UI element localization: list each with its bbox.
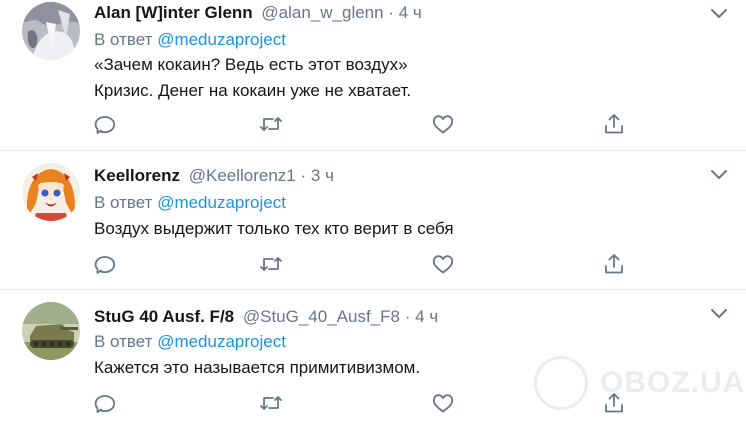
author-name[interactable]: StuG 40 Ausf. F/8 (94, 307, 234, 326)
retweet-button[interactable] (259, 391, 285, 417)
chevron-down-icon[interactable] (709, 6, 729, 20)
reply-prefix: В ответ (94, 193, 153, 212)
tweet-text: Воздух выдержит только тех кто верит в с… (94, 216, 454, 242)
reply-to-link[interactable]: @meduzaproject (157, 193, 286, 212)
tweet-actions (0, 252, 746, 278)
chevron-down-icon[interactable] (709, 306, 729, 320)
share-icon (605, 254, 623, 274)
tweet[interactable]: Keellorenz @Keellorenz1 · 3 ч В ответ @m… (0, 151, 746, 290)
tweet-header: Alan [W]inter Glenn @alan_w_glenn · 4 ч (94, 2, 422, 24)
retweet-button[interactable] (259, 252, 285, 278)
reply-icon (94, 256, 116, 274)
reply-context: В ответ @meduzaproject (94, 331, 286, 353)
timestamp[interactable]: 3 ч (311, 166, 334, 185)
tweet-header: StuG 40 Ausf. F/8 @StuG_40_Ausf_F8 · 4 ч (94, 306, 438, 328)
separator-dot: · (300, 166, 307, 185)
watermark-logo-icon (534, 356, 588, 410)
reply-to-link[interactable]: @meduzaproject (157, 332, 286, 351)
heart-icon (432, 115, 454, 134)
tweet-header: Keellorenz @Keellorenz1 · 3 ч (94, 165, 334, 187)
reply-context: В ответ @meduzaproject (94, 192, 286, 214)
avatar[interactable] (22, 302, 80, 360)
tweet-replies-feed: Alan [W]inter Glenn @alan_w_glenn · 4 ч … (0, 0, 746, 429)
tweet-text: Кажется это называется примитивизмом. (94, 355, 420, 381)
avatar[interactable] (22, 163, 80, 221)
heart-icon (432, 255, 454, 274)
tweet[interactable]: Alan [W]inter Glenn @alan_w_glenn · 4 ч … (0, 0, 746, 151)
anime-avatar-icon (22, 2, 80, 60)
share-icon (605, 114, 623, 134)
tweet-text-line: «Зачем кокаин? Ведь есть этот воздух» (94, 55, 408, 74)
retweet-icon (260, 396, 282, 410)
tweet-text-line: Воздух выдержит только тех кто верит в с… (94, 219, 454, 238)
chevron-down-icon[interactable] (709, 167, 729, 181)
like-button[interactable] (431, 112, 457, 138)
author-handle[interactable]: @Keellorenz1 (189, 166, 296, 185)
reply-button[interactable] (93, 112, 119, 138)
tweet-text-line: Кризис. Денег на кокаин уже не хватает. (94, 81, 412, 100)
retweet-icon (260, 117, 282, 131)
tweet-actions (0, 112, 746, 138)
share-button[interactable] (602, 252, 628, 278)
separator-dot: · (388, 3, 394, 22)
watermark-text: OBOZ.UA (600, 366, 746, 399)
reply-button[interactable] (93, 391, 119, 417)
reply-to-link[interactable]: @meduzaproject (157, 30, 286, 49)
tweet-text-line: Кажется это называется примитивизмом. (94, 358, 421, 377)
reply-button[interactable] (93, 252, 119, 278)
reply-prefix: В ответ (94, 332, 153, 351)
avatar[interactable] (22, 2, 80, 60)
timestamp[interactable]: 4 ч (415, 307, 438, 326)
anime-girl-avatar-icon (22, 163, 80, 221)
author-handle[interactable]: @alan_w_glenn (261, 3, 383, 22)
author-handle[interactable]: @StuG_40_Ausf_F8 (243, 307, 400, 326)
author-name[interactable]: Alan [W]inter Glenn (94, 3, 253, 22)
like-button[interactable] (431, 252, 457, 278)
author-name[interactable]: Keellorenz (94, 166, 180, 185)
reply-icon (94, 116, 116, 134)
watermark: OBOZ.UA (534, 348, 745, 418)
reply-prefix: В ответ (94, 30, 153, 49)
timestamp[interactable]: 4 ч (399, 3, 422, 22)
share-button[interactable] (602, 112, 628, 138)
tweet-text: «Зачем кокаин? Ведь есть этот воздух» Кр… (94, 52, 411, 104)
reply-context: В ответ @meduzaproject (94, 29, 286, 51)
retweet-icon (260, 257, 282, 271)
like-button[interactable] (431, 391, 457, 417)
tank-avatar-icon (22, 302, 80, 360)
separator-dot: · (404, 307, 411, 326)
reply-icon (94, 395, 116, 413)
heart-icon (432, 394, 454, 413)
retweet-button[interactable] (259, 112, 285, 138)
